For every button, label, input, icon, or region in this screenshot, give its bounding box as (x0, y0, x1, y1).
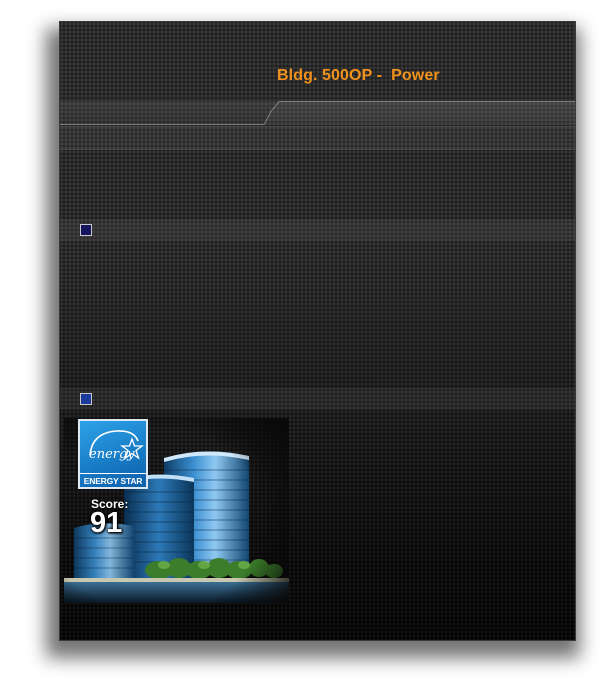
svg-text:energy: energy (89, 447, 135, 462)
page-title: Bldg. 500OP - Power (277, 67, 440, 84)
header-sub-bar (60, 126, 575, 150)
header-tab-bar (60, 101, 575, 125)
score-value: 91 (90, 507, 123, 539)
energy-star-label: ENERGY STAR (80, 473, 146, 486)
section-strip-2 (60, 388, 575, 410)
section-2-toggle[interactable] (80, 393, 92, 405)
energy-star-badge: energy ENERGY STAR (78, 419, 148, 489)
tab-outline (60, 101, 575, 125)
section-1-toggle[interactable] (80, 224, 92, 236)
section-strip-1 (60, 219, 575, 241)
dashboard-panel: Bldg. 500OP - Power energy ENERGY STAR S… (59, 21, 576, 641)
energy-star-logo-icon: energy (89, 430, 144, 462)
